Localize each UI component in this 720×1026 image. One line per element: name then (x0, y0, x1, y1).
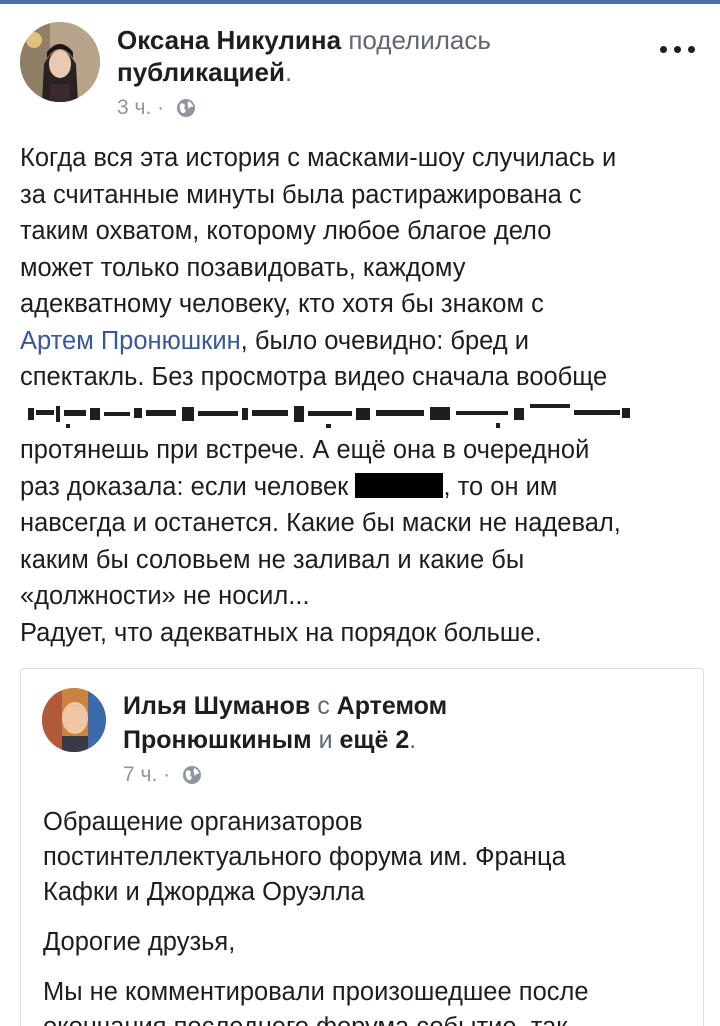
shared-author-avatar[interactable] (42, 688, 106, 752)
punct: . (284, 57, 293, 87)
post-text: Когда вся эта история с масками-шоу случ… (20, 140, 710, 651)
and-text: и (311, 726, 340, 754)
tagged-user-link[interactable]: Артемом (337, 692, 447, 720)
more-tagged-link[interactable]: ещё 2 (339, 726, 409, 754)
text-line: может только позавидовать, каждому (20, 253, 466, 282)
shared-post-text: Обращение организаторов постинтеллектуал… (43, 805, 683, 1026)
shared-meta: 7 ч. · (123, 763, 202, 787)
text-line: навсегда и останется. Какие бы маски не … (20, 509, 621, 537)
more-options-icon (660, 46, 667, 53)
tagged-user-link-cont[interactable]: Пронюшкиным (123, 726, 312, 754)
shared-post-card[interactable]: Илья Шуманов с Артемом Пронюшкиным и ещё… (20, 668, 704, 1026)
more-dot-2 (674, 46, 681, 53)
top-bar (0, 0, 720, 4)
text-line: Мы не комментировали произошедшее после (43, 978, 589, 1006)
action-text: поделилась (348, 25, 491, 55)
more-dot-3 (688, 46, 695, 53)
text-fragment: раз доказала: если человек (20, 472, 356, 501)
text-line: раз доказала: если человек , то он им (20, 469, 710, 506)
avatar[interactable] (20, 22, 100, 102)
globe-icon (176, 99, 195, 117)
text-line: Обращение организаторов (43, 808, 363, 836)
shared-author-line: Илья Шуманов с Артемом Пронюшкиным и ещё… (123, 689, 643, 757)
shared-title: Обращение организаторов постинтеллектуал… (43, 805, 683, 910)
text-fragment: , было очевидно: бред и (240, 326, 530, 355)
mention-link[interactable]: Артем Пронюшкин (20, 327, 241, 355)
post-meta: 3 ч. · (117, 96, 196, 120)
meta-separator: · (157, 763, 176, 786)
text-line: каким бы соловьем не заливал и какие бы (20, 545, 525, 574)
text-line: таким охватом, которому любое благое дел… (20, 217, 552, 245)
text-line: Когда вся эта история с масками-шоу случ… (20, 144, 617, 172)
punct: . (409, 726, 417, 754)
shared-object-link[interactable]: публикацией (117, 57, 285, 87)
text-line: Артем Пронюшкин, было очевидно: бред и (20, 323, 710, 360)
text-line: «должности» не носил... (20, 582, 310, 610)
text-line: спектакль. Без просмотра видео сначала в… (20, 363, 608, 391)
shared-timestamp[interactable]: 7 ч. (123, 763, 157, 787)
text-line: постинтеллектуального форума им. Франца (43, 843, 566, 871)
author-name[interactable]: Оксана Никулина (117, 25, 341, 55)
text-line: окончания последнего форума событие, так (43, 1013, 567, 1026)
shared-greeting: Дорогие друзья, (43, 928, 236, 956)
text-line: Кафки и Джорджа Оруэлла (43, 878, 365, 906)
text-fragment: , то он им (443, 472, 558, 501)
obscured-line (20, 396, 710, 433)
shared-body: Мы не комментировали произошедшее после … (43, 975, 683, 1026)
post-author-line: Оксана Никулина поделилась публикацией. (117, 24, 637, 88)
text-line: Радует, что адекватных на порядок больше… (20, 618, 542, 647)
redaction-block (355, 472, 444, 498)
globe-icon (182, 766, 201, 784)
text-line: за считанные минуты была растиражирована… (20, 180, 582, 209)
meta-separator: · (151, 96, 170, 119)
timestamp[interactable]: 3 ч. (117, 96, 151, 120)
shared-author-name[interactable]: Илья Шуманов (123, 692, 310, 720)
text-line: протянешь при встрече. А ещё она в очере… (20, 436, 590, 464)
more-options-button[interactable] (656, 34, 700, 64)
post-header: Оксана Никулина поделилась публикацией. … (20, 22, 700, 122)
text-line: адекватному человеку, кто хотя бы знаком… (20, 290, 544, 318)
with-text: с (310, 692, 337, 720)
